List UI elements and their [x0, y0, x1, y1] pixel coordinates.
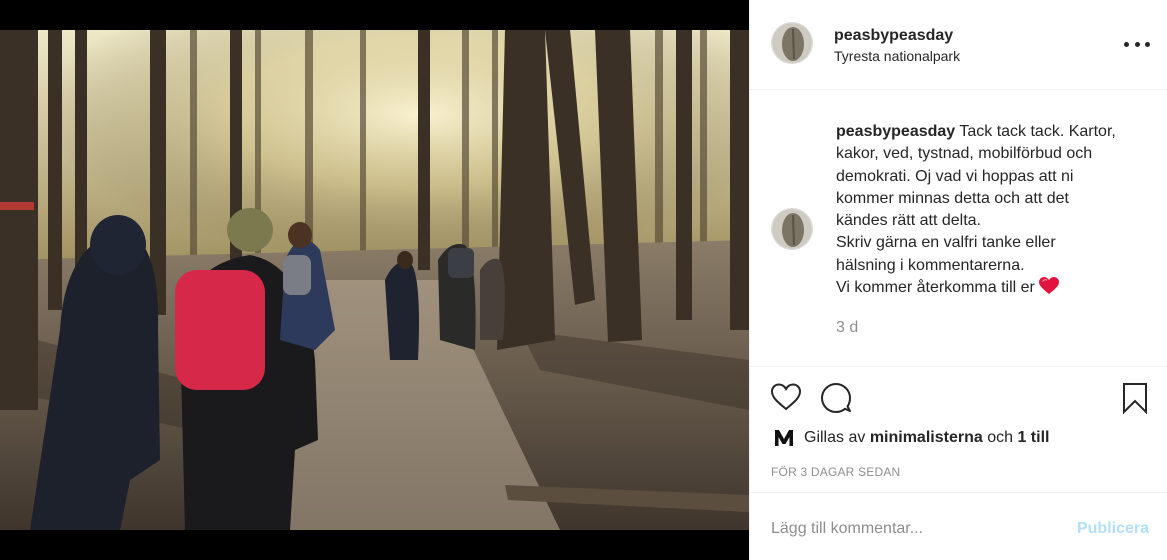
post-photo-pane	[0, 0, 749, 560]
liker-username[interactable]: minimalisterna	[870, 429, 983, 447]
caption-text: Vi kommer återkomma till er	[836, 279, 1035, 297]
more-options-icon[interactable]	[1124, 34, 1150, 54]
caption-text: Skriv gärna en valfri tanke eller	[836, 234, 1056, 252]
caption-text: hälsning i kommentarerna.	[836, 256, 1025, 274]
post-location[interactable]: Tyresta nationalpark	[834, 48, 960, 64]
post-photo[interactable]	[0, 30, 749, 530]
caption-author-avatar[interactable]	[771, 208, 813, 250]
author-avatar[interactable]	[771, 22, 813, 64]
likes-summary: Gillas av minimalisterna och 1 till	[774, 428, 1049, 448]
caption-text: kommer minnas detta och att det	[836, 189, 1069, 207]
more-dot	[1145, 41, 1150, 47]
caption-text: kändes rätt att delta.	[836, 212, 981, 230]
add-comment-section: Publicera	[750, 492, 1167, 560]
action-bar	[750, 378, 1167, 422]
caption-text: Tack tack tack. Kartor,	[959, 123, 1116, 140]
likes-prefix: Gillas av	[804, 429, 866, 446]
caption-section: peasbypeasday Tack tack tack. Kartor, ka…	[750, 91, 1167, 367]
caption-text: demokrati. Oj vad vi hoppas att ni	[836, 167, 1074, 185]
comment-bubble-icon[interactable]	[820, 382, 852, 414]
author-username[interactable]: peasbypeasday	[834, 27, 953, 45]
bookmark-icon[interactable]	[1122, 382, 1148, 414]
caption-avatar-image	[772, 209, 812, 249]
author-avatar-image	[772, 23, 812, 63]
post-date[interactable]: FÖR 3 DAGAR SEDAN	[771, 465, 900, 479]
caption-time-ago[interactable]: 3 d	[836, 319, 858, 337]
comment-input[interactable]	[771, 517, 1061, 541]
publish-button[interactable]: Publicera	[1077, 520, 1149, 538]
caption-line: peasbypeasday Tack tack tack. Kartor,	[836, 121, 1146, 143]
heart-icon[interactable]	[770, 382, 802, 412]
caption-text: kakor, ved, tystnad, mobilförbud och	[836, 145, 1093, 163]
post-caption: peasbypeasday Tack tack tack. Kartor, ka…	[836, 121, 1146, 299]
red-heart-icon	[1038, 277, 1059, 295]
more-dot	[1124, 41, 1129, 47]
post-header: peasbypeasday Tyresta nationalpark	[750, 0, 1167, 90]
caption-line: Vi kommer återkomma till er	[836, 277, 1146, 299]
m-logo-icon[interactable]	[774, 428, 794, 448]
caption-username[interactable]: peasbypeasday	[836, 123, 955, 140]
more-dot	[1134, 41, 1140, 47]
likes-conjunction: och	[987, 429, 1013, 446]
post-sidebar: peasbypeasday Tyresta nationalpark peasb…	[749, 0, 1167, 560]
likes-others[interactable]: 1 till	[1017, 429, 1049, 447]
